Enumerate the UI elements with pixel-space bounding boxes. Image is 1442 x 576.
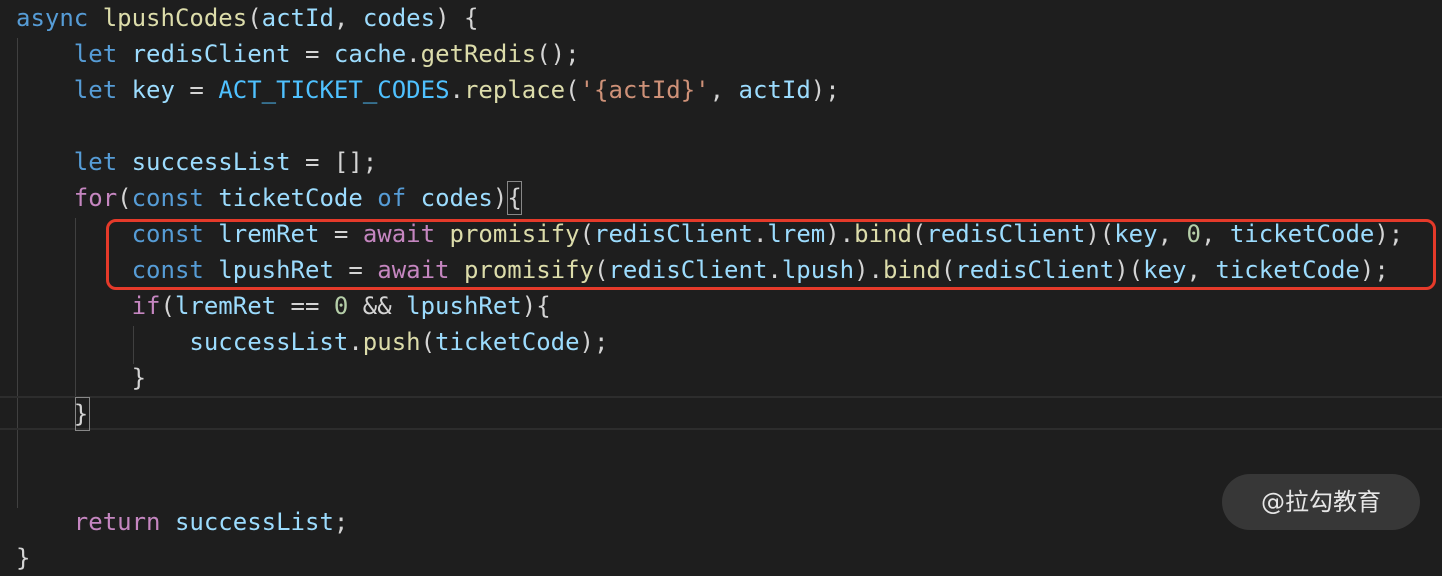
annotation-highlight-box (106, 219, 1436, 290)
code-token: ); (579, 328, 609, 356)
code-token: cache (333, 40, 407, 68)
code-token: return (73, 508, 161, 536)
watermark-badge: @拉勾教育 (1222, 474, 1420, 530)
code-token: async (16, 4, 89, 32)
code-token: push (362, 328, 421, 356)
code-token: for (73, 184, 118, 212)
code-line[interactable]: let key = ACT_TICKET_CODES.replace('{act… (16, 72, 840, 108)
code-token: actId (738, 76, 811, 104)
code-token: ( (420, 328, 436, 356)
code-line[interactable]: let successList = []; (16, 144, 377, 180)
code-line[interactable]: } (16, 360, 146, 396)
code-token: ( (565, 76, 580, 104)
code-token: . (406, 40, 421, 68)
code-token: ){ (521, 292, 551, 320)
code-token: getRedis (420, 40, 537, 68)
code-token: let (73, 76, 118, 104)
code-token: lremRet (174, 292, 277, 320)
code-token: } (16, 364, 147, 392)
code-token: ( (160, 292, 175, 320)
code-token: 0 (333, 292, 349, 320)
code-token: codes (362, 4, 436, 32)
code-token: == (276, 292, 334, 320)
code-token: successList (131, 148, 291, 176)
code-token: successList (174, 508, 334, 536)
code-token: const (131, 184, 204, 212)
code-token: } (16, 544, 31, 572)
code-token: if (131, 292, 161, 320)
code-line[interactable]: } (16, 396, 88, 432)
code-token: lpushRet (406, 292, 522, 320)
code-token: of (377, 184, 407, 212)
code-token: ( (117, 184, 132, 212)
code-line[interactable]: for(const ticketCode of codes){ (16, 180, 522, 216)
code-token: (); (536, 40, 580, 68)
code-token: ( (247, 4, 262, 32)
code-token: replace (463, 76, 566, 104)
code-token: , (709, 76, 739, 104)
code-token: '{actId}' (579, 76, 710, 104)
code-token: } (16, 400, 89, 428)
code-line[interactable]: return successList; (16, 504, 349, 540)
code-token: ticketCode (435, 328, 580, 356)
code-token: ; (333, 508, 349, 536)
code-token: successList (189, 328, 349, 356)
code-token: , (333, 4, 363, 32)
code-line[interactable]: async lpushCodes(actId, codes) { (16, 0, 478, 36)
code-token: ticketCode (218, 184, 363, 212)
code-editor[interactable]: async lpushCodes(actId, codes) { let red… (0, 0, 1442, 572)
code-line[interactable]: } (16, 540, 30, 576)
code-line[interactable]: let redisClient = cache.getRedis(); (16, 36, 580, 72)
code-token: . (449, 76, 464, 104)
code-token: lpushCodes (102, 4, 248, 32)
code-token: key (131, 76, 175, 104)
code-token: ); (810, 76, 840, 104)
code-token: = []; (290, 148, 378, 176)
code-token: ) { (435, 4, 479, 32)
code-token: = (290, 40, 334, 68)
code-token: let (73, 148, 118, 176)
code-token: = (174, 76, 219, 104)
code-token: && (348, 292, 407, 320)
code-token: ACT_TICKET_CODES (218, 76, 450, 104)
current-line-highlight (0, 396, 1442, 430)
code-token: let (73, 40, 118, 68)
code-token: . (348, 328, 363, 356)
code-line[interactable]: successList.push(ticketCode); (16, 324, 608, 360)
code-token: redisClient (131, 40, 291, 68)
code-token: ){ (492, 184, 522, 212)
code-token: codes (420, 184, 493, 212)
code-line[interactable]: if(lremRet == 0 && lpushRet){ (16, 288, 551, 324)
code-token: actId (261, 4, 334, 32)
